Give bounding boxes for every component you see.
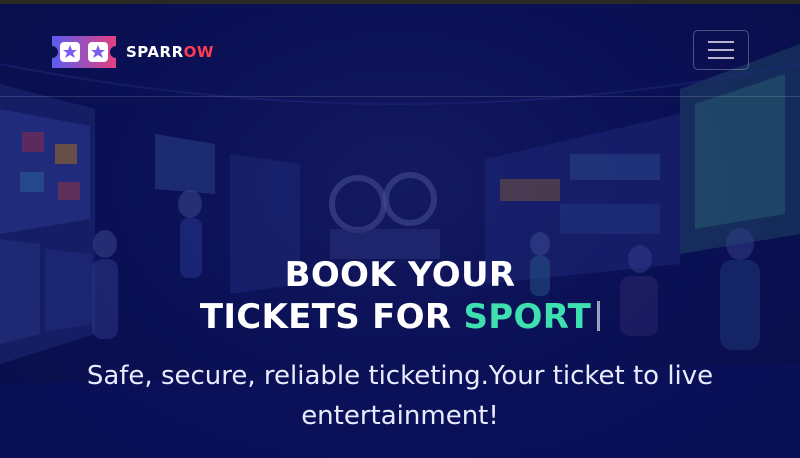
hamburger-menu-icon-bar [708, 49, 734, 51]
top-navbar: SPARROW [0, 4, 800, 97]
menu-toggle-button[interactable] [693, 30, 749, 70]
headline-line-2: TICKETS FOR SPORT [0, 296, 800, 338]
hero-section: SPARROW BOOK YOUR TICKETS FOR SPORT Safe… [0, 4, 800, 458]
brand-name-part2: OW [183, 43, 214, 61]
headline-line-1: BOOK YOUR [284, 255, 516, 295]
brand-name-part1: SPARR [126, 43, 184, 61]
brand-logo[interactable]: SPARROW [48, 32, 214, 72]
typing-cursor [597, 301, 601, 331]
hamburger-menu-icon [708, 41, 734, 43]
hero-subtitle: Safe, secure, reliable ticketing.Your ti… [86, 361, 714, 431]
brand-name: SPARROW [126, 43, 214, 61]
hero-headline: BOOK YOUR TICKETS FOR SPORT [0, 254, 800, 338]
headline-accent-word: SPORT [463, 297, 592, 337]
hamburger-menu-icon-bar [708, 57, 734, 59]
ticket-stars-icon [52, 36, 116, 68]
headline-line-2-prefix: TICKETS FOR [199, 297, 452, 337]
